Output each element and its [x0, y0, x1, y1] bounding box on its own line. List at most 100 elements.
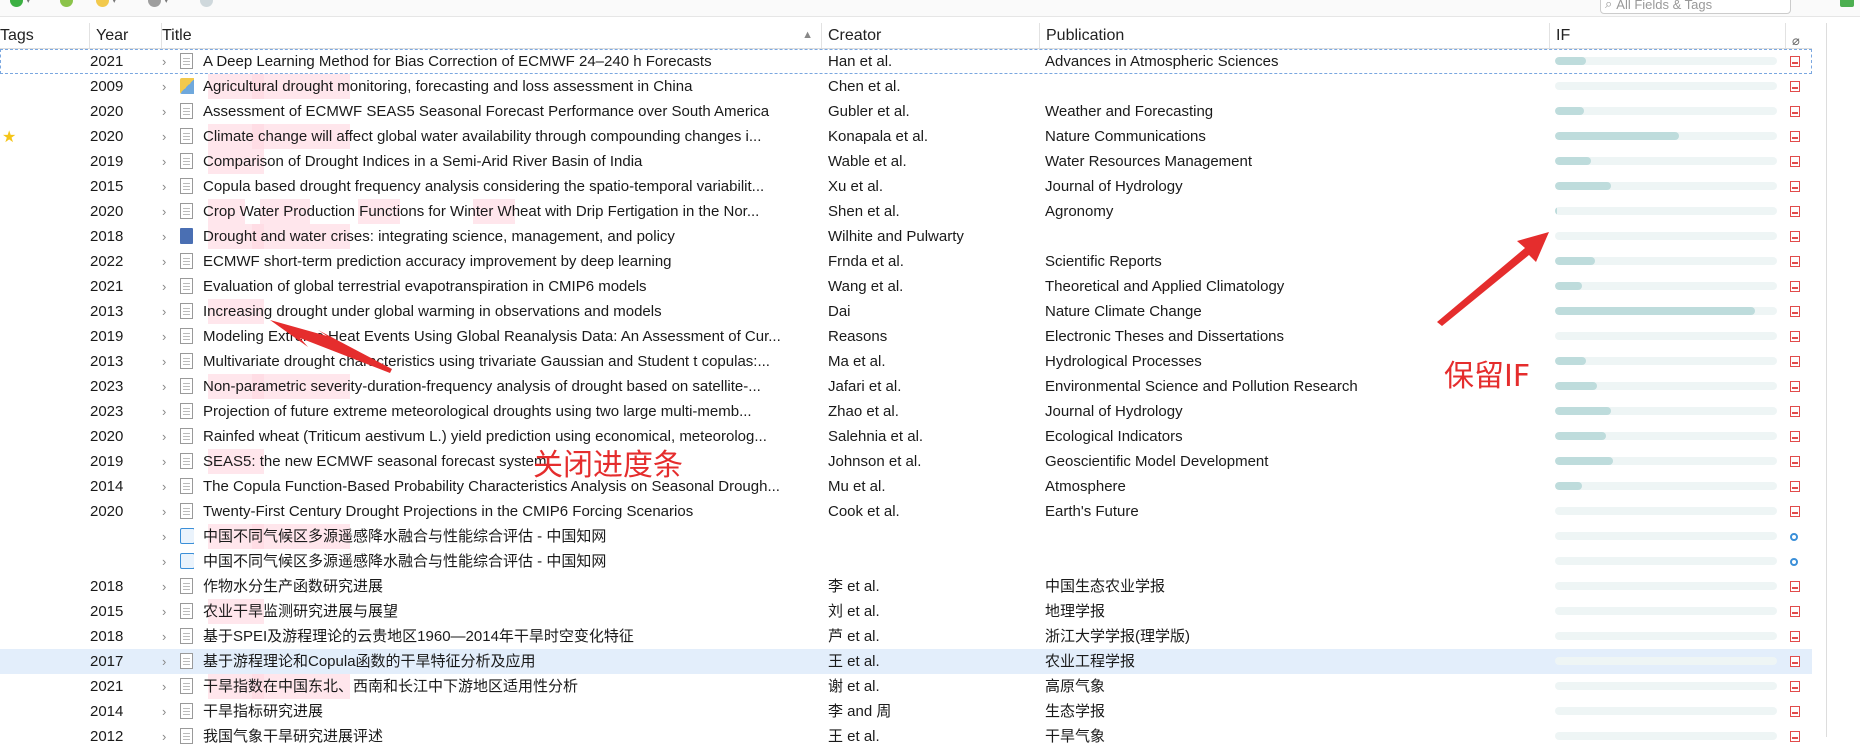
table-row[interactable]: 2014 › 干旱指标研究进展 李 and 周 生态学报: [0, 699, 1812, 724]
table-row[interactable]: 2019 › Modeling Extreme Heat Events Using …: [0, 324, 1812, 349]
sync-icon[interactable]: [1840, 0, 1854, 7]
pdf-icon[interactable]: [1790, 231, 1800, 242]
pdf-icon[interactable]: [1790, 356, 1800, 367]
expand-twisty-icon[interactable]: ›: [162, 474, 176, 499]
table-row[interactable]: 2020 › Crop Water Production Functions for…: [0, 199, 1812, 224]
expand-twisty-icon[interactable]: ›: [162, 649, 176, 674]
expand-twisty-icon[interactable]: ›: [162, 149, 176, 174]
if-bar: [1555, 632, 1777, 640]
pdf-icon[interactable]: [1790, 306, 1800, 317]
expand-twisty-icon[interactable]: ›: [162, 524, 176, 549]
expand-twisty-icon[interactable]: ›: [162, 224, 176, 249]
web-link-icon[interactable]: [1790, 556, 1800, 567]
web-icon: [180, 528, 194, 545]
pdf-icon[interactable]: [1790, 706, 1800, 717]
advanced-search-button[interactable]: [200, 0, 213, 8]
table-row[interactable]: 2015 › 农业干旱监测研究进展与展望 刘 et al. 地理学报: [0, 599, 1812, 624]
table-row[interactable]: 2014 › The Copula Function-Based Probabili…: [0, 474, 1812, 499]
web-link-icon[interactable]: [1790, 531, 1800, 542]
expand-twisty-icon[interactable]: ›: [162, 699, 176, 724]
expand-twisty-icon[interactable]: ›: [162, 674, 176, 699]
table-row[interactable]: 2023 › Non-parametric severity-duration-fr…: [0, 374, 1812, 399]
pdf-icon[interactable]: [1790, 606, 1800, 617]
expand-twisty-icon[interactable]: ›: [162, 249, 176, 274]
expand-twisty-icon[interactable]: ›: [162, 624, 176, 649]
expand-twisty-icon[interactable]: ›: [162, 374, 176, 399]
pdf-icon[interactable]: [1790, 581, 1800, 592]
column-publication[interactable]: Publication: [1040, 23, 1550, 48]
add-by-identifier-button[interactable]: [60, 0, 73, 8]
pdf-icon[interactable]: [1790, 281, 1800, 292]
pdf-icon[interactable]: [1790, 206, 1800, 217]
pdf-icon[interactable]: [1790, 256, 1800, 267]
table-row[interactable]: 2018 › 作物水分生产函数研究进展 李 et al. 中国生态农业学报: [0, 574, 1812, 599]
expand-twisty-icon[interactable]: ›: [162, 599, 176, 624]
expand-twisty-icon[interactable]: ›: [162, 99, 176, 124]
table-row[interactable]: 2022 › ECMWF short-term prediction accurac…: [0, 249, 1812, 274]
expand-twisty-icon[interactable]: ›: [162, 499, 176, 524]
table-row[interactable]: 2018 › Drought and water crises: integrati…: [0, 224, 1812, 249]
pdf-icon[interactable]: [1790, 106, 1800, 117]
table-row[interactable]: 2017 › 基于游程理论和Copula函数的干旱特征分析及应用 王 et al. 农业…: [0, 649, 1812, 674]
table-row[interactable]: 2023 › Projection of future extreme meteor…: [0, 399, 1812, 424]
table-row[interactable]: 2013 › Multivariate drought characteristic…: [0, 349, 1812, 374]
table-row[interactable]: 2020 › Assessment of ECMWF SEAS5 Seasonal …: [0, 99, 1812, 124]
expand-twisty-icon[interactable]: ›: [162, 324, 176, 349]
pdf-icon[interactable]: [1790, 331, 1800, 342]
pdf-icon[interactable]: [1790, 181, 1800, 192]
column-if[interactable]: IF: [1550, 23, 1786, 48]
expand-twisty-icon[interactable]: ›: [162, 199, 176, 224]
if-bar-fill: [1555, 257, 1595, 265]
pdf-icon[interactable]: [1790, 156, 1800, 167]
expand-twisty-icon[interactable]: ›: [162, 399, 176, 424]
column-creator[interactable]: Creator: [822, 23, 1040, 48]
pdf-icon[interactable]: [1790, 456, 1800, 467]
column-title[interactable]: Title ▲: [162, 23, 822, 48]
table-row[interactable]: 2021 › Evaluation of global terrestrial ev…: [0, 274, 1812, 299]
search-input[interactable]: ⌕ All Fields & Tags: [1600, 0, 1791, 14]
pdf-icon[interactable]: [1790, 431, 1800, 442]
expand-twisty-icon[interactable]: ›: [162, 449, 176, 474]
pdf-icon[interactable]: [1790, 56, 1800, 67]
pdf-icon[interactable]: [1790, 481, 1800, 492]
new-note-button[interactable]: ▾: [96, 0, 117, 8]
pdf-icon[interactable]: [1790, 81, 1800, 92]
table-row[interactable]: 2021 › 干旱指数在中国东北、西南和长江中下游地区适用性分析 谢 et al. 高原…: [0, 674, 1812, 699]
column-tags[interactable]: Tags: [0, 23, 90, 48]
expand-twisty-icon[interactable]: ›: [162, 74, 176, 99]
expand-twisty-icon[interactable]: ›: [162, 274, 176, 299]
expand-twisty-icon[interactable]: ›: [162, 349, 176, 374]
pdf-icon[interactable]: [1790, 381, 1800, 392]
table-row[interactable]: 2020 › Rainfed wheat (Triticum aestivum L.…: [0, 424, 1812, 449]
expand-twisty-icon[interactable]: ›: [162, 49, 176, 74]
table-row[interactable]: 2019 › SEAS5: the new ECMWF seasonal forec…: [0, 449, 1812, 474]
table-row[interactable]: › 中国不同气候区多源遥感降水融合与性能综合评估 - 中国知网: [0, 524, 1812, 549]
expand-twisty-icon[interactable]: ›: [162, 124, 176, 149]
new-item-button[interactable]: ▾: [10, 0, 31, 8]
column-year[interactable]: Year: [90, 23, 162, 48]
publication-cell: Environmental Science and Pollution Rese…: [1045, 378, 1358, 395]
pdf-icon[interactable]: [1790, 506, 1800, 517]
table-row[interactable]: 2018 › 基于SPEI及游程理论的云贵地区1960—2014年干旱时空变化特征 芦…: [0, 624, 1812, 649]
scrollbar[interactable]: [1812, 23, 1860, 737]
attachment-button[interactable]: ▾: [148, 0, 169, 8]
expand-twisty-icon[interactable]: ›: [162, 574, 176, 599]
expand-twisty-icon[interactable]: ›: [162, 174, 176, 199]
pdf-icon[interactable]: [1790, 406, 1800, 417]
table-row[interactable]: › 中国不同气候区多源遥感降水融合与性能综合评估 - 中国知网: [0, 549, 1812, 574]
table-row[interactable]: 2021 › A Deep Learning Method for Bias Cor…: [0, 49, 1812, 74]
table-row[interactable]: 2020 › Twenty-First Century Drought Projec…: [0, 499, 1812, 524]
table-row[interactable]: 2013 › Increasing drought under global war…: [0, 299, 1812, 324]
column-attachments[interactable]: ⌀: [1786, 23, 1812, 48]
pdf-icon[interactable]: [1790, 656, 1800, 667]
table-row[interactable]: 2015 › Copula based drought frequency anal…: [0, 174, 1812, 199]
expand-twisty-icon[interactable]: ›: [162, 424, 176, 449]
pdf-icon[interactable]: [1790, 631, 1800, 642]
table-row[interactable]: 2019 › Comparison of Drought Indices in a …: [0, 149, 1812, 174]
expand-twisty-icon[interactable]: ›: [162, 299, 176, 324]
expand-twisty-icon[interactable]: ›: [162, 549, 176, 574]
pdf-icon[interactable]: [1790, 131, 1800, 142]
table-row[interactable]: 2009 › Agricultural drought monitoring, fo…: [0, 74, 1812, 99]
pdf-icon[interactable]: [1790, 681, 1800, 692]
table-row[interactable]: ★ 2020 › Climate change will affect global …: [0, 124, 1812, 149]
